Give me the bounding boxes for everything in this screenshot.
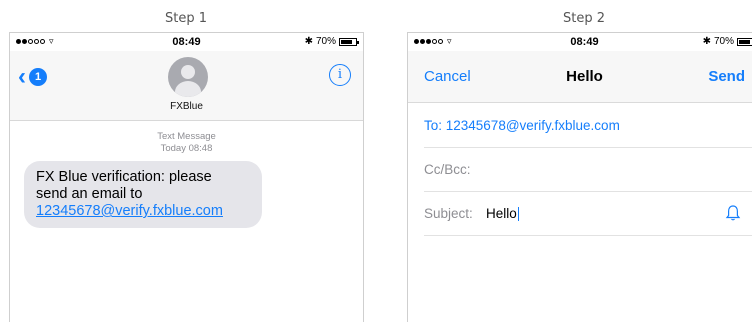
subject-label: Subject:	[424, 206, 473, 221]
message-timestamp: Text Message Today 08:48	[10, 131, 363, 155]
compose-title: Hello	[566, 68, 603, 85]
bluetooth-icon: ✱	[304, 36, 313, 47]
subject-field[interactable]: Subject: Hello	[424, 192, 752, 236]
subject-input[interactable]: Hello	[486, 206, 519, 222]
battery-indicator: ✱ 70%	[703, 36, 752, 47]
text-cursor	[517, 207, 519, 222]
messages-screen: ▿ 08:49 ✱ 70% ‹ 1 FXBlue i Text Message …	[9, 32, 364, 322]
battery-icon	[339, 37, 359, 46]
compose-screen: ▿ 08:49 ✱ 70% Cancel Hello Send To: 1234…	[407, 32, 752, 322]
step-2-label: Step 2	[563, 11, 606, 26]
battery-indicator: ✱ 70%	[304, 36, 359, 47]
battery-icon	[737, 37, 752, 46]
contact-name[interactable]: FXBlue	[10, 101, 363, 112]
unread-badge: 1	[29, 68, 47, 86]
status-bar: ▿ 08:49 ✱ 70%	[10, 33, 363, 51]
message-text-line2: send an email to	[36, 186, 143, 202]
message-text-line1: FX Blue verification: please	[36, 169, 212, 185]
email-link[interactable]: 12345678@verify.fxblue.com	[36, 203, 250, 220]
status-time: 08:49	[570, 36, 599, 48]
cc-bcc-label: Cc/Bcc:	[424, 162, 471, 177]
to-recipient[interactable]: To: 12345678@verify.fxblue.com	[424, 118, 620, 133]
step-1-label: Step 1	[165, 11, 208, 26]
chevron-left-icon: ‹	[18, 63, 26, 90]
conversation-header: ‹ 1 FXBlue i	[10, 51, 363, 121]
info-icon[interactable]: i	[329, 64, 351, 86]
battery-percent: 70%	[315, 36, 336, 47]
message-type-label: Text Message	[157, 131, 216, 142]
send-button[interactable]: Send	[708, 68, 745, 85]
battery-percent: 70%	[713, 36, 734, 47]
back-button[interactable]: ‹ 1	[18, 63, 47, 90]
compose-navbar: Cancel Hello Send	[408, 51, 752, 103]
subject-value: Hello	[486, 206, 517, 221]
to-field[interactable]: To: 12345678@verify.fxblue.com	[424, 104, 752, 148]
bluetooth-icon: ✱	[702, 36, 711, 47]
bell-icon[interactable]	[725, 204, 741, 222]
cc-bcc-field[interactable]: Cc/Bcc:	[424, 148, 752, 192]
avatar[interactable]	[168, 57, 208, 97]
status-bar: ▿ 08:49 ✱ 70%	[408, 33, 752, 51]
message-bubble: FX Blue verification: please send an ema…	[24, 161, 262, 228]
message-date-label: Today 08:48	[160, 143, 213, 154]
